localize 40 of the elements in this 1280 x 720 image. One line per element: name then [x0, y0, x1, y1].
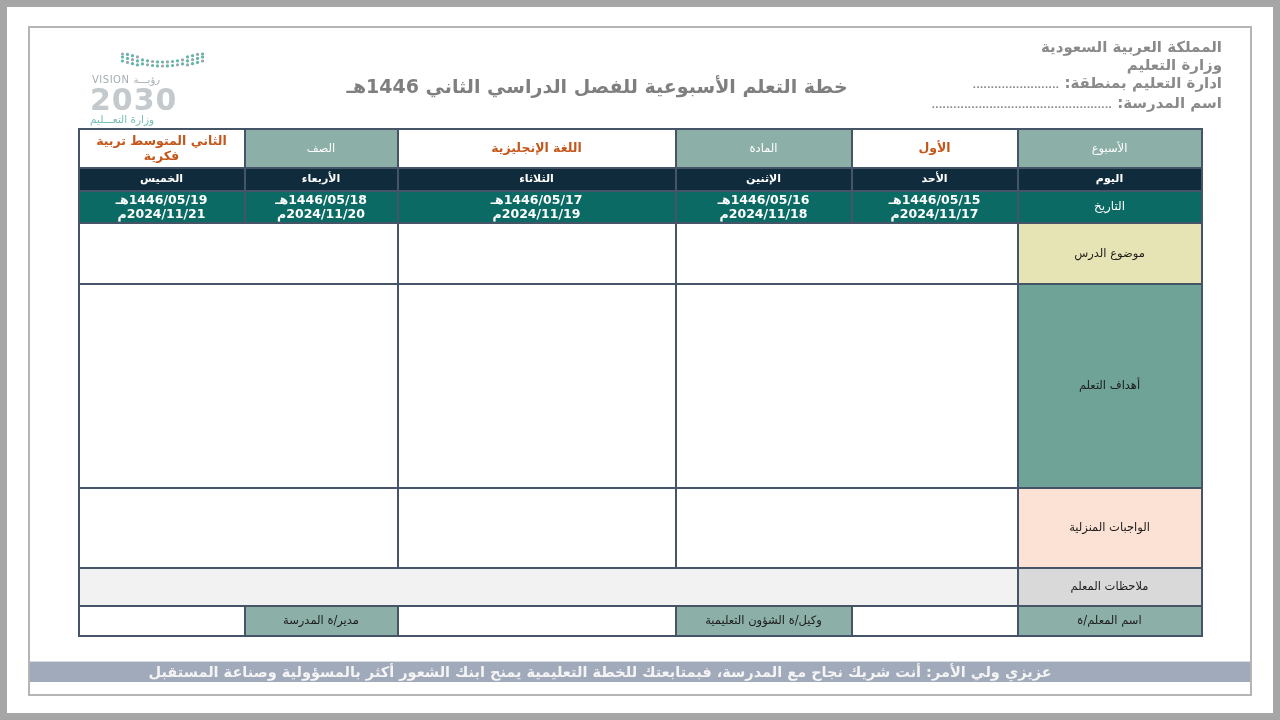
row-label-cell: ملاحظات المعلم [1018, 569, 1201, 605]
value-cell: الأول [852, 130, 1017, 167]
header-line: وزارة التعليم [1125, 56, 1222, 74]
day-cell: الأربعاء [245, 169, 397, 190]
logo-year: 2030 [90, 86, 178, 113]
header-line: اسم المدرسة: .................................................. [930, 94, 1222, 114]
row-label-cell: اليوم [1018, 169, 1201, 190]
row-label-cell: موضوع الدرس [1018, 224, 1201, 283]
value-cell: اللغة الإنجليزية [398, 130, 675, 167]
gregorian-date: 2024/11/19م [492, 207, 581, 221]
label-cell: المادة [676, 130, 851, 167]
hijri-date: 1446/05/16هـ [717, 193, 810, 207]
gregorian-date: 2024/11/20م [277, 207, 365, 221]
logo-latin-word: VISION [92, 74, 130, 85]
header-line: ادارة التعليم بمنطقة: ........................ [971, 74, 1222, 94]
gregorian-date: 2024/11/21م [117, 207, 206, 221]
row-label-cell: أهداف التعلم [1018, 285, 1201, 487]
signature-label-cell: وكيل/ة الشؤون التعليمية [676, 607, 851, 635]
day-cell: الأحد [852, 169, 1017, 190]
row-label-cell: التاريخ [1018, 192, 1201, 222]
signature-label-cell: مدير/ة المدرسة [245, 607, 397, 635]
hijri-date: 1446/05/18هـ [275, 193, 367, 207]
gregorian-date: 2024/11/17م [890, 207, 979, 221]
gregorian-date: 2024/11/18م [719, 207, 808, 221]
day-cell: الثلاثاء [398, 169, 675, 190]
value-cell: الثاني المتوسط تربية فكرية [79, 130, 244, 167]
logo-arabic-word: رؤيـــة [133, 74, 161, 86]
day-cell: الخميس [79, 169, 244, 190]
logo-ministry-name: وزارة التعـــليم [90, 113, 155, 126]
hijri-date: 1446/05/19هـ [115, 193, 208, 207]
footer-message: عزيزي ولي الأمر: أنت شريك نجاح مع المدرسة، فبمتابعتك للخطة التعليمية يمنح ابنك الشعور أكثر بالمسؤولية وصناعة المستقبل [148, 663, 1052, 681]
page-title: خطة التعلم الأسبوعية للفصل الدراسي الثاني 1446هـ [345, 74, 849, 100]
hijri-date: 1446/05/15هـ [888, 193, 981, 207]
day-cell: الإثنين [676, 169, 851, 190]
header-line: المملكة العربية السعودية [1039, 38, 1222, 56]
hijri-date: 1446/05/17هـ [490, 193, 583, 207]
label-cell: الأسبوع [1018, 130, 1201, 167]
signature-label-cell: اسم المعلم/ة [1018, 607, 1201, 635]
row-label-cell: الواجبات المنزلية [1018, 489, 1201, 567]
label-cell: الصف [245, 130, 397, 167]
